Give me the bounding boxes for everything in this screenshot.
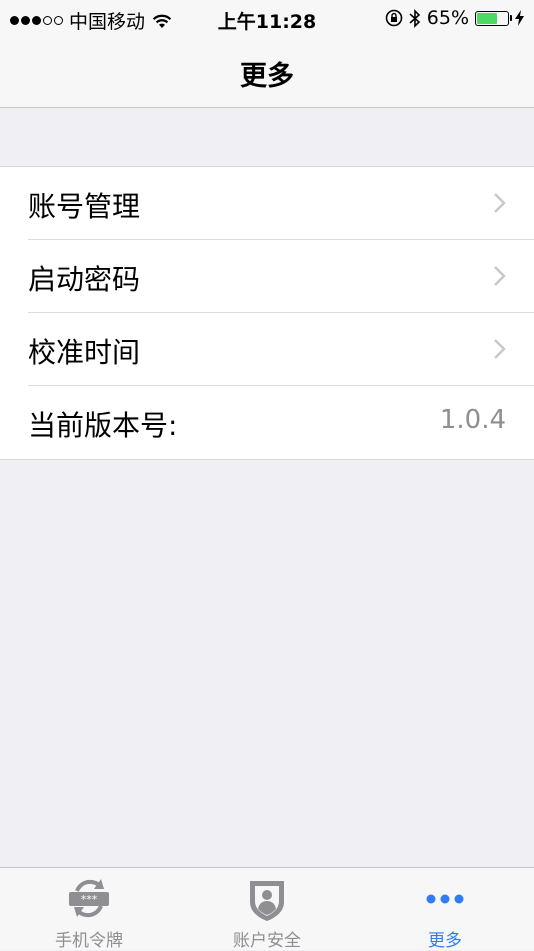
chevron-right-icon bbox=[494, 266, 506, 286]
page-title: 更多 bbox=[240, 61, 294, 92]
tab-bar: *** 手机令牌 账户安全 更多 bbox=[0, 867, 534, 951]
version-label: 当前版本号: bbox=[28, 409, 178, 442]
more-dots-icon bbox=[426, 894, 464, 904]
settings-list: 账号管理 启动密码 校准时间 当前版本号: 1.0.4 bbox=[0, 166, 534, 460]
tab-label: 手机令牌 bbox=[55, 931, 123, 951]
menu-item-label: 校准时间 bbox=[28, 336, 141, 369]
battery-icon bbox=[475, 10, 512, 26]
tab-account-security[interactable]: 账户安全 bbox=[178, 868, 356, 951]
menu-item-label: 启动密码 bbox=[28, 263, 141, 296]
shield-user-icon bbox=[250, 881, 284, 921]
token-icon: *** bbox=[69, 879, 109, 918]
menu-item-version: 当前版本号: 1.0.4 bbox=[0, 386, 534, 459]
menu-item-account-management[interactable]: 账号管理 bbox=[0, 167, 534, 240]
chevron-right-icon bbox=[494, 193, 506, 213]
status-bar: 中国移动 上午11:28 65% bbox=[0, 0, 534, 38]
battery-percent: 65% bbox=[426, 7, 469, 29]
svg-text:***: *** bbox=[81, 893, 98, 906]
bluetooth-icon bbox=[409, 8, 420, 28]
tab-label: 更多 bbox=[428, 931, 462, 951]
chevron-right-icon bbox=[494, 339, 506, 359]
menu-item-calibrate-time[interactable]: 校准时间 bbox=[0, 313, 534, 386]
tab-label: 账户安全 bbox=[233, 931, 301, 951]
navigation-bar: 更多 bbox=[0, 38, 534, 108]
tab-mobile-token[interactable]: *** 手机令牌 bbox=[0, 868, 178, 951]
charging-icon bbox=[515, 10, 524, 26]
menu-item-label: 账号管理 bbox=[28, 190, 141, 223]
tab-more[interactable]: 更多 bbox=[356, 868, 534, 951]
menu-item-startup-password[interactable]: 启动密码 bbox=[0, 240, 534, 313]
version-value: 1.0.4 bbox=[439, 405, 506, 435]
status-right: 65% bbox=[385, 7, 524, 29]
rotation-lock-icon bbox=[385, 9, 403, 27]
